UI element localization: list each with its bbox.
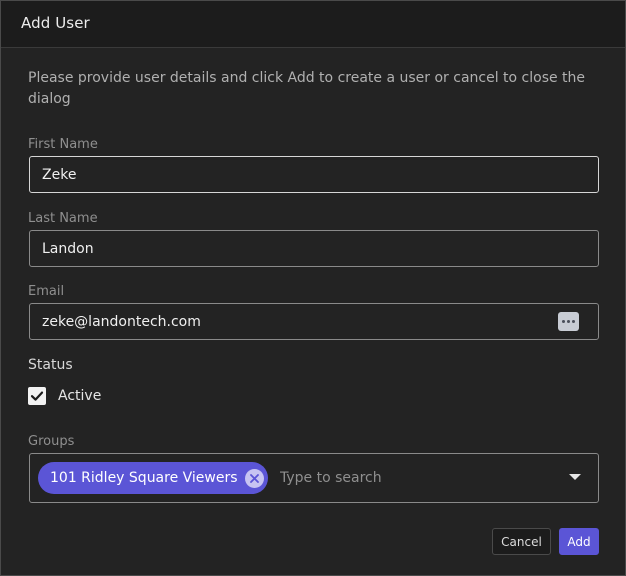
first-name-label: First Name	[28, 137, 102, 152]
checkmark-icon	[30, 391, 44, 401]
first-name-field[interactable]	[29, 156, 599, 193]
last-name-input[interactable]	[30, 231, 598, 266]
email-label: Email	[28, 284, 69, 299]
active-checkbox[interactable]	[28, 387, 46, 405]
email-input[interactable]	[30, 304, 560, 339]
group-chip-label: 101 Ridley Square Viewers	[50, 470, 238, 486]
close-icon[interactable]	[244, 468, 264, 488]
group-chip: 101 Ridley Square Viewers	[38, 462, 268, 494]
groups-label: Groups	[28, 434, 79, 449]
active-checkbox-label: Active	[58, 388, 102, 404]
active-checkbox-row[interactable]: Active	[28, 387, 101, 405]
dialog-title: Add User	[21, 14, 90, 32]
last-name-label: Last Name	[28, 211, 102, 226]
add-user-dialog: Add User Please provide user details and…	[0, 0, 626, 576]
keyboard-dots-icon[interactable]	[558, 312, 579, 331]
chevron-down-icon[interactable]	[569, 474, 581, 480]
groups-select[interactable]: 101 Ridley Square Viewers	[29, 453, 599, 503]
status-label: Status	[28, 357, 73, 373]
first-name-input[interactable]	[30, 157, 598, 192]
cancel-button[interactable]: Cancel	[492, 528, 551, 555]
add-button[interactable]: Add	[559, 528, 599, 555]
dialog-description: Please provide user details and click Ad…	[28, 70, 586, 107]
dialog-header: Add User	[1, 1, 625, 48]
groups-search-input[interactable]	[274, 454, 554, 502]
email-field[interactable]	[29, 303, 599, 340]
last-name-field[interactable]	[29, 230, 599, 267]
